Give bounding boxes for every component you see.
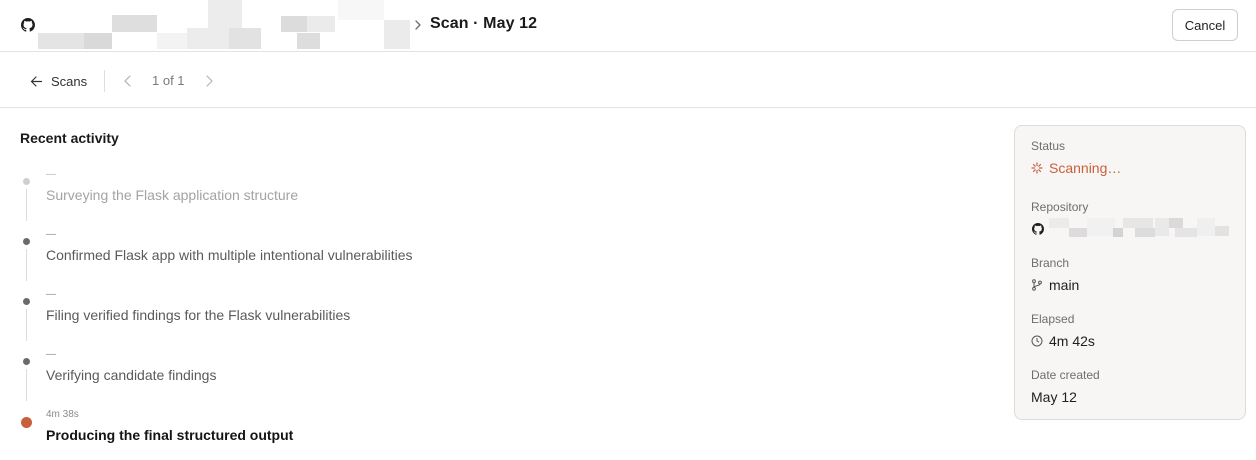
timeline-text: Confirmed Flask app with multiple intent… (46, 247, 413, 263)
cancel-button[interactable]: Cancel (1172, 9, 1238, 41)
date-created-value: May 12 (1031, 389, 1077, 405)
page-title: Scan · May 12 (430, 15, 538, 32)
timeline-time: 4m 38s (46, 409, 79, 420)
branch-value: main (1031, 277, 1079, 293)
branch-text: main (1049, 277, 1080, 293)
timeline-item: — Filing verified findings for the Flask… (0, 288, 980, 348)
status-value: Scanning… (1031, 160, 1121, 176)
clock-icon (1031, 335, 1043, 347)
timeline-item: — Surveying the Flask application struct… (0, 168, 980, 228)
timeline-connector (26, 189, 27, 221)
timeline-time: — (46, 169, 56, 180)
status-label: Status (1031, 139, 1066, 153)
toolbar: Scans 1 of 1 (0, 52, 1256, 108)
elapsed-label: Elapsed (1031, 312, 1075, 326)
back-label: Scans (51, 73, 88, 89)
chevron-right-icon (415, 20, 421, 30)
page-header: Scan · May 12 Cancel (0, 0, 1256, 52)
timeline-time: — (46, 289, 56, 300)
timeline-dot-active (21, 417, 32, 428)
pager-label: 1 of 1 (152, 73, 185, 88)
timeline-text: Filing verified findings for the Flask v… (46, 307, 351, 323)
recent-activity-heading: Recent activity (20, 130, 119, 146)
timeline-dot (23, 238, 30, 245)
github-icon (21, 18, 35, 32)
timeline-connector (26, 309, 27, 341)
timeline-dot (23, 298, 30, 305)
timeline-dot (23, 178, 30, 185)
arrow-left-icon (30, 75, 43, 87)
timeline-time: — (46, 229, 56, 240)
elapsed-value: 4m 42s (1031, 333, 1095, 349)
date-created-label: Date created (1031, 368, 1100, 382)
github-icon (1032, 223, 1044, 235)
status-text: Scanning… (1049, 160, 1122, 176)
scan-details-panel: Status Scanning… Repository Branch main … (1014, 125, 1246, 420)
redacted-breadcrumb (38, 0, 410, 50)
timeline-connector (26, 249, 27, 281)
timeline-text: Surveying the Flask application structur… (46, 187, 299, 203)
timeline-item-current: 4m 38s Producing the final structured ou… (0, 408, 980, 460)
timeline-time: — (46, 349, 56, 360)
timeline-dot (23, 358, 30, 365)
toolbar-divider (104, 70, 105, 92)
redacted-repository-name (1049, 218, 1231, 246)
chevron-right-icon[interactable] (203, 74, 215, 88)
spinner-icon (1031, 162, 1043, 174)
timeline-item: — Verifying candidate findings (0, 348, 980, 408)
chevron-left-icon[interactable] (122, 74, 134, 88)
timeline-item: — Confirmed Flask app with multiple inte… (0, 228, 980, 288)
elapsed-text: 4m 42s (1049, 333, 1095, 349)
timeline-connector (26, 369, 27, 401)
timeline-text: Producing the final structured output (46, 427, 294, 443)
branch-label: Branch (1031, 256, 1070, 270)
timeline-text: Verifying candidate findings (46, 367, 217, 383)
repository-label: Repository (1031, 200, 1089, 214)
back-to-scans-link[interactable]: Scans (30, 72, 87, 90)
git-branch-icon (1032, 279, 1042, 291)
